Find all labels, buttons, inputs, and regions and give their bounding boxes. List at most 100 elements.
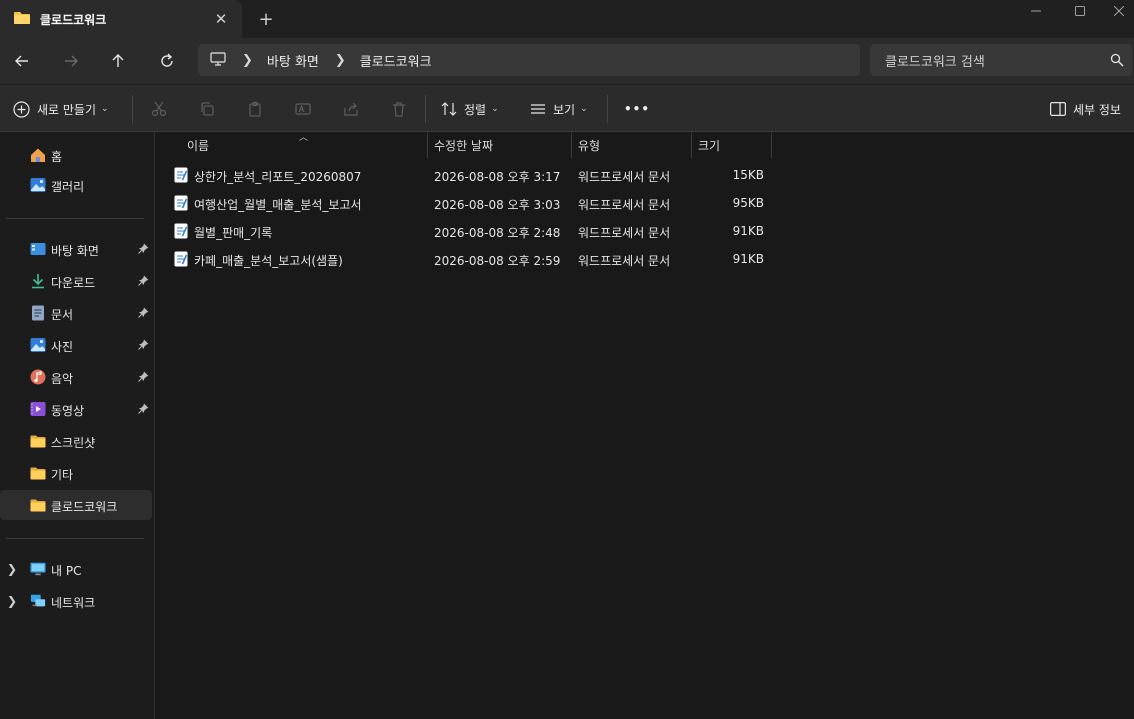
sidebar-item-home[interactable]: 홈 — [0, 140, 152, 170]
sidebar-item-pictures[interactable]: 사진 — [0, 330, 152, 360]
file-size: 15KB — [732, 168, 764, 182]
file-size: 91KB — [732, 252, 764, 266]
chevron-right-icon[interactable]: ❯ — [7, 594, 17, 608]
forward-button[interactable] — [59, 49, 83, 73]
chevron-right-icon: ❯ — [334, 52, 346, 68]
file-name: 상한가_분석_리포트_20260807 — [194, 170, 362, 184]
pin-icon[interactable] — [138, 275, 149, 289]
refresh-icon — [161, 53, 173, 67]
sidebar-item-documents[interactable]: 문서 — [0, 298, 152, 328]
pin-icon[interactable] — [138, 339, 149, 353]
sidebar-item-videos[interactable]: 동영상 — [0, 394, 152, 424]
sidebar-label: 문서 — [51, 308, 74, 322]
folder-icon — [13, 11, 31, 28]
delete-icon[interactable] — [389, 99, 409, 119]
pin-icon[interactable] — [138, 371, 149, 385]
search-input[interactable]: 클로드코워크 검색 — [885, 51, 985, 70]
column-size-label: 크기 — [698, 138, 721, 153]
new-tab-button[interactable]: + — [256, 9, 276, 30]
word-document-icon — [174, 223, 188, 242]
chevron-down-icon: ⌄ — [101, 104, 109, 114]
column-name-label: 이름 — [187, 138, 210, 153]
details-pane-button[interactable]: 세부 정보 — [1050, 97, 1121, 121]
sidebar-item-gallery[interactable]: 갤러리 — [0, 170, 152, 200]
file-modified: 2026-08-08 오후 3:17 — [434, 170, 561, 184]
sidebar-divider — [6, 218, 144, 219]
download-icon — [30, 273, 46, 289]
arrow-left-icon — [15, 55, 28, 67]
arrow-up-icon — [112, 54, 124, 67]
desktop-icon — [30, 241, 46, 257]
chevron-right-icon[interactable]: ❯ — [7, 562, 17, 576]
sidebar-label: 갤러리 — [51, 180, 85, 194]
rename-icon[interactable] — [293, 99, 313, 119]
view-button[interactable]: 보기 ⌄ — [530, 97, 588, 121]
new-label: 새로 만들기 — [37, 102, 97, 117]
sort-button[interactable]: 정렬 ⌄ — [441, 97, 499, 121]
sidebar-item-screenshots[interactable]: 스크린샷 — [0, 426, 152, 456]
pin-icon[interactable] — [138, 243, 149, 257]
breadcrumb-desktop[interactable]: 바탕 화면 — [267, 51, 319, 70]
sidebar-item-desktop[interactable]: 바탕 화면 — [0, 234, 152, 264]
back-button[interactable] — [10, 49, 34, 73]
column-size[interactable]: 크기 — [692, 132, 772, 158]
paste-icon[interactable] — [245, 99, 265, 119]
column-type[interactable]: 유형 — [572, 132, 692, 158]
sidebar-item-music[interactable]: 음악 — [0, 362, 152, 392]
sidebar-item-claudecowork[interactable]: 클로드코워크 — [0, 490, 152, 520]
sidebar-item-other[interactable]: 기타 — [0, 458, 152, 488]
column-name[interactable]: 이름 — [156, 132, 428, 158]
share-icon[interactable] — [341, 99, 361, 119]
gallery-icon — [30, 177, 46, 193]
file-modified: 2026-08-08 오후 2:59 — [434, 254, 561, 268]
sidebar-item-network[interactable]: ❯ 네트워크 — [0, 586, 152, 616]
sidebar-item-this-pc[interactable]: ❯ 내 PC — [0, 554, 152, 584]
file-row[interactable]: 상한가_분석_리포트_20260807 2026-08-08 오후 3:17 워… — [156, 161, 1134, 189]
file-name: 여행산업_월별_매출_분석_보고서 — [194, 198, 362, 212]
separator — [132, 95, 133, 123]
search-box[interactable]: 클로드코워크 검색 — [870, 44, 1132, 76]
file-row[interactable]: 월별_판매_기록 2026-08-08 오후 2:48 워드프로세서 문서 91… — [156, 217, 1134, 245]
plus-circle-icon — [13, 100, 30, 118]
chevron-down-icon: ⌄ — [580, 104, 588, 114]
new-button[interactable]: 새로 만들기 ⌄ — [13, 97, 109, 121]
sidebar-label: 클로드코워크 — [51, 500, 118, 514]
close-tab-icon[interactable]: ✕ — [212, 10, 230, 28]
details-label: 세부 정보 — [1073, 102, 1121, 117]
file-modified: 2026-08-08 오후 2:48 — [434, 226, 561, 240]
close-window-button[interactable] — [1096, 0, 1134, 22]
view-list-icon — [531, 104, 545, 114]
navigation-bar: ❯ 바탕 화면 ❯ 클로드코워크 클로드코워크 검색 — [0, 38, 1134, 84]
sidebar-label: 음악 — [51, 372, 74, 386]
pin-icon[interactable] — [138, 403, 149, 417]
up-button[interactable] — [106, 49, 130, 73]
sidebar-divider — [6, 538, 144, 539]
file-type: 워드프로세서 문서 — [578, 226, 671, 240]
navigation-pane: 홈 갤러리 바탕 화면 다운로드 문서 사진 음악 동영상 스크린샷 기타 클로… — [0, 132, 155, 719]
address-bar[interactable]: ❯ 바탕 화면 ❯ 클로드코워크 — [198, 44, 860, 76]
cut-icon[interactable] — [149, 99, 169, 119]
sidebar-item-downloads[interactable]: 다운로드 — [0, 266, 152, 296]
chevron-right-icon: ❯ — [242, 52, 253, 68]
network-icon — [30, 593, 46, 609]
file-row[interactable]: 여행산업_월별_매출_분석_보고서 2026-08-08 오후 3:03 워드프… — [156, 189, 1134, 217]
documents-icon — [30, 305, 46, 321]
title-bar: 클로드코워크 ✕ + — [0, 0, 1134, 38]
folder-icon — [30, 497, 46, 513]
sidebar-label: 바탕 화면 — [51, 244, 99, 258]
pin-icon[interactable] — [138, 307, 149, 321]
separator — [425, 95, 426, 123]
tab-active[interactable]: 클로드코워크 ✕ — [0, 0, 242, 38]
computer-icon — [210, 51, 226, 69]
file-name: 월별_판매_기록 — [194, 226, 273, 240]
file-size: 91KB — [732, 224, 764, 238]
refresh-button[interactable] — [155, 49, 179, 73]
column-modified[interactable]: 수정한 날짜 — [428, 132, 572, 158]
copy-icon[interactable] — [197, 99, 217, 119]
file-row[interactable]: 카페_매출_분석_보고서(샘플) 2026-08-08 오후 2:59 워드프로… — [156, 245, 1134, 273]
minimize-button[interactable] — [1013, 0, 1059, 22]
more-options-button[interactable]: ••• — [624, 97, 650, 121]
column-type-label: 유형 — [578, 138, 601, 153]
file-modified: 2026-08-08 오후 3:03 — [434, 198, 561, 212]
breadcrumb-current[interactable]: 클로드코워크 — [360, 51, 432, 70]
